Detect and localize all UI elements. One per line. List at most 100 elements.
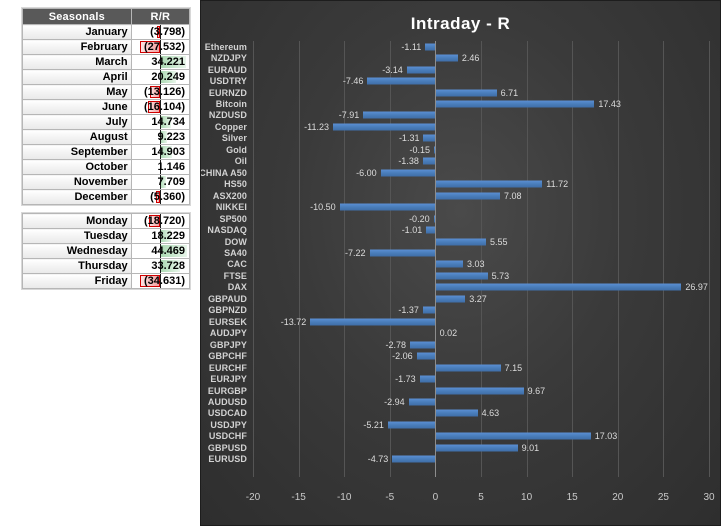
chart-bar [435,295,466,303]
x-axis-tick-label: 5 [478,492,484,503]
bar-value-label: 4.63 [481,408,500,419]
row-label: July [22,114,132,130]
seasonals-table: Seasonals R/R January (3.798) February (27.… [22,8,191,205]
chart-bar-row: CHINA A50 -6.00 [201,167,709,178]
table-row: Wednesday 44.469 [22,243,191,259]
chart-bar [422,157,436,165]
bar-value-label: -0.15 [409,144,431,155]
chart-bar [387,421,436,429]
row-value-cell: (16.104) [130,99,191,115]
row-value-cell: 34.221 [130,54,191,70]
category-label: SA40 [224,247,247,258]
row-value-cell: (3.798) [130,24,191,40]
row-value-text: 14.903 [151,146,185,158]
chart-bar-row: NZDUSD -7.91 [209,110,709,121]
x-axis-tick-label: 25 [657,492,669,503]
row-label: Thursday [22,258,132,274]
bar-value-label: -1.38 [398,156,419,167]
intraday-chart-panel: Intraday - R -20 -15 -10 -5 0 5 10 15 20 25 30 Ethe… [200,0,721,526]
row-label: March [22,54,132,70]
bar-value-label: 9.01 [521,442,540,453]
bar-value-label: 3.03 [467,259,485,270]
category-label: EURGBP [207,385,247,396]
chart-bar [339,203,436,211]
row-value-cell: 44.469 [130,243,191,259]
row-value-cell: 20.249 [130,69,191,85]
chart-bar-row: EURUSD -4.73 [208,454,709,465]
row-label: October [22,159,132,175]
chart-bar-row: Ethereum -1.11 [205,41,709,52]
chart-bar [369,249,436,257]
row-value-text: 44.469 [151,245,185,257]
bar-value-label: -2.06 [392,351,413,362]
chart-bar [435,89,497,97]
row-value-text: (18.720) [144,215,185,227]
row-value-text: 34.221 [151,56,185,68]
chart-bar-row: AUDUSD -2.94 [208,396,709,407]
chart-bar [363,111,436,119]
category-label: USDTRY [209,76,247,87]
bar-value-label: 5.73 [491,270,510,281]
category-label: AUDJPY [209,328,247,339]
chart-bar [423,134,436,142]
chart-bar [310,318,436,326]
row-value-text: 9.223 [157,131,185,143]
bar-value-label: 0.02 [439,328,458,339]
chart-bar-row: DAX 26.97 [228,282,709,293]
category-label: NZDJPY [210,53,247,64]
chart-bar [410,341,436,349]
table-row: July 14.734 [22,114,191,130]
category-label: EURNZD [208,87,247,98]
chart-bar-row: NIKKEI -10.50 [216,201,709,212]
bar-value-label: -13.72 [280,316,307,327]
table-row: August 9.223 [22,129,191,145]
category-label: Ethereum [204,41,247,52]
category-label: EURAUD [207,64,247,75]
chart-title: Intraday - R [410,14,511,33]
x-axis-tick-label: -15 [291,492,306,503]
chart-bar [392,455,436,463]
chart-bar-row: SP500 -0.20 [219,213,709,224]
table-row: December (5.360) [22,189,191,205]
bar-value-label: -11.23 [304,121,329,132]
bar-value-label: -1.31 [398,133,420,144]
category-label: Silver [221,133,247,144]
row-label: September [22,144,132,160]
table-row: September 14.903 [22,144,191,160]
bar-value-label: 11.72 [546,179,569,190]
row-label: Tuesday [22,228,132,244]
chart-plot-area: -20 -15 -10 -5 0 5 10 15 20 25 30 Ethereum -1.11 NZDJ… [201,41,715,503]
chart-bar [435,283,682,291]
chart-bar [408,398,436,406]
row-label: January [22,24,132,40]
bar-value-label: 5.55 [490,236,508,247]
row-value-text: 33.728 [151,260,185,272]
chart-bar [426,226,436,234]
table-row: February (27.532) [22,39,191,55]
category-label: AUDUSD [207,396,247,407]
row-value-text: (34.631) [144,275,185,287]
chart-bar-row: CAC 3.03 [227,259,709,270]
row-label: June [22,99,132,115]
chart-bar [435,444,518,452]
x-axis-tick-label: -5 [385,492,395,503]
chart-bar-row: EURJPY -1.73 [210,373,709,384]
row-value-text: 20.249 [151,71,185,83]
chart-bar-row: GBPUSD 9.01 [208,442,709,453]
bar-value-label: -1.37 [398,305,419,316]
category-label: Oil [234,156,247,167]
chart-bar [380,169,436,177]
chart-bar [419,375,436,383]
row-value-cell: 14.903 [130,144,191,160]
category-label: Bitcoin [215,99,247,110]
seasonal-tables-panel: Seasonals R/R January (3.798) February (27.… [0,0,200,526]
table-row: January (3.798) [22,24,191,40]
row-value-text: (3.798) [150,26,185,38]
chart-bar [435,387,524,394]
chart-bar-row: GBPNZD -1.37 [208,305,709,316]
chart-bar [435,409,478,417]
weekdays-table: Monday (18.720) Tuesday 18.229 Wednesday 44.4… [22,213,191,289]
chart-bar [435,260,464,268]
chart-bar [435,180,543,188]
row-value-text: 7.709 [157,176,185,188]
